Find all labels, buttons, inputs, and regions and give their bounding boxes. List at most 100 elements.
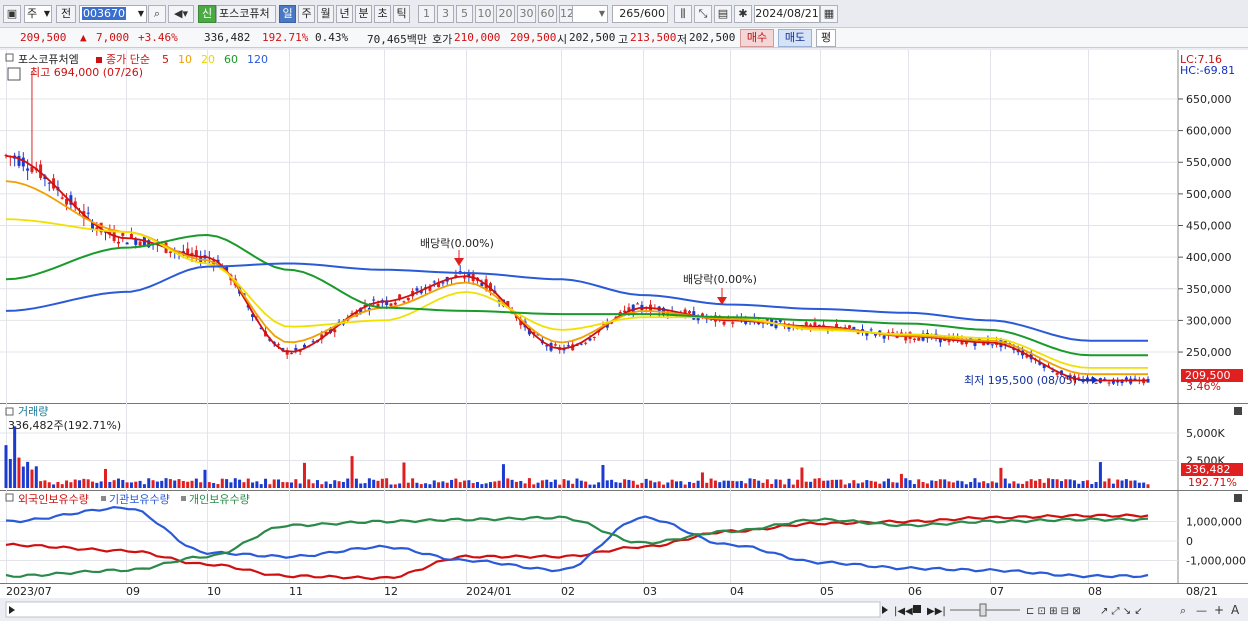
price-tick-5: 400,000 (1186, 251, 1232, 264)
date-field[interactable]: 2024/08/21 (754, 5, 820, 23)
drawing-tool-icons[interactable]: ↗ ⤢ ↘ ↙ (1100, 606, 1143, 617)
volume-bar (765, 479, 769, 488)
eval-button[interactable]: 평 (816, 29, 836, 47)
x-label-2: 10 (207, 585, 221, 598)
volume-bar (1111, 483, 1115, 488)
interval-tab-5[interactable]: 5 (456, 5, 473, 23)
holding-pane[interactable] (0, 491, 1178, 583)
volume-bar (1029, 479, 1033, 488)
volume-bar (856, 483, 860, 488)
volume-bar (545, 479, 549, 488)
zoom-icon[interactable]: ⌕ (1180, 604, 1186, 617)
volume-bar (878, 483, 882, 488)
volume-bar (882, 481, 886, 488)
count-field[interactable]: 265/600 (612, 5, 668, 23)
volume-bar (264, 478, 268, 488)
gear-icon[interactable]: ✱ (734, 5, 752, 23)
change-percent: +3.46% (138, 31, 178, 44)
zoom-slider-thumb[interactable] (979, 603, 987, 617)
rewind-icon[interactable]: |◀◀ (894, 606, 913, 617)
chart-svg[interactable]: 650,000 600,000 550,000 500,000 450,000 400,0… (0, 50, 1248, 621)
volume-bar (787, 478, 791, 488)
volume-bar (333, 480, 337, 488)
chart-type-icon[interactable]: ▣ (3, 5, 21, 23)
candle-body (1051, 370, 1055, 372)
volume-bar (662, 484, 666, 488)
chart-area[interactable]: 650,000 600,000 550,000 500,000 450,000 400,0… (0, 50, 1248, 621)
candle-body (990, 344, 994, 346)
x-label-4: 12 (384, 585, 398, 598)
x-label-1: 09 (126, 585, 140, 598)
market-select[interactable]: 주 ▼ (24, 5, 52, 23)
volume-bar (21, 466, 25, 488)
volume-bar (497, 480, 501, 488)
interval-tab-20[interactable]: 20 (496, 5, 515, 23)
candle-body (882, 335, 886, 339)
x-label-12: 08 (1088, 585, 1102, 598)
volume-bar (255, 481, 259, 488)
volume-bar (393, 484, 397, 488)
interval-tab-10[interactable]: 10 (475, 5, 494, 23)
sell-button[interactable]: 매도 (778, 29, 812, 47)
save-icon[interactable]: ▤ (714, 5, 732, 23)
pane-close-icon[interactable] (1234, 407, 1242, 415)
volume-bar (571, 483, 575, 488)
layout-icons[interactable]: ⊏ ⊡ ⊞ ⊟ ⊠ (1026, 606, 1081, 617)
interval-tab-30[interactable]: 30 (517, 5, 536, 23)
volume-bar (116, 478, 120, 488)
horizontal-scrollbar[interactable] (5, 601, 881, 618)
volume-bar (817, 478, 821, 488)
calendar-icon[interactable] (7, 67, 21, 81)
calendar-icon[interactable]: ▦ (820, 5, 838, 23)
period-tab-4[interactable]: 분 (355, 5, 372, 23)
interval-tab-60[interactable]: 60 (538, 5, 557, 23)
volume-bar (644, 478, 648, 488)
period-tab-1[interactable]: 주 (298, 5, 315, 23)
volume-bar (350, 456, 354, 488)
interval-tab-1[interactable]: 1 (418, 5, 435, 23)
candle-body (463, 277, 467, 279)
stock-name-field: 포스코퓨처 (216, 5, 276, 23)
zoom-out-icon[interactable]: — (1196, 604, 1207, 617)
interval-tab-3[interactable]: 3 (437, 5, 454, 23)
volume-bar (973, 478, 977, 488)
stock-code-input[interactable]: 003670 ▼ (79, 5, 147, 23)
volume-bar (60, 484, 64, 488)
volume-bar (129, 482, 133, 488)
font-size-icon[interactable]: A (1231, 603, 1240, 617)
candle-body (636, 303, 640, 305)
volume-bar (277, 479, 281, 488)
volume-bar (679, 481, 683, 488)
period-tab-0[interactable]: 일 (279, 5, 296, 23)
volume-bar (553, 479, 557, 488)
legend-separator-icon (101, 496, 106, 501)
holding-tick-1: 0 (1186, 535, 1193, 548)
period-tab-6[interactable]: 틱 (393, 5, 410, 23)
high-marker: 최고 694,000 (07/26) (30, 66, 143, 79)
volume-bar (354, 478, 358, 488)
candle-icon[interactable]: ⫼ (674, 5, 692, 23)
volume-bar (908, 480, 912, 488)
interval-dropdown[interactable]: ▼ (572, 5, 608, 23)
search-icon[interactable]: ⌕ (148, 5, 166, 23)
toolbar: ▣ 주 ▼ 전 003670 ▼ ⌕ ◀▾ 신 포스코퓨처 일주월년분초틱 1351… (0, 0, 1248, 28)
volume-bar (43, 480, 47, 488)
stop-icon[interactable] (913, 605, 921, 613)
volume-bar (307, 479, 311, 488)
speaker-icon[interactable]: ◀▾ (168, 5, 194, 23)
all-period-button[interactable]: 전 (56, 5, 76, 23)
volume-bar (501, 464, 505, 488)
zoom-in-icon[interactable]: + (1214, 603, 1224, 617)
period-tab-3[interactable]: 년 (336, 5, 353, 23)
price-tick-0: 650,000 (1186, 93, 1232, 106)
pane-close-icon[interactable] (1234, 494, 1242, 502)
period-tab-2[interactable]: 월 (317, 5, 334, 23)
buy-button[interactable]: 매수 (740, 29, 774, 47)
draw-tool-icon[interactable]: ⤡ (694, 5, 712, 23)
candle-body (891, 332, 895, 334)
play-icon[interactable]: ▶▶| (927, 606, 946, 617)
volume-bar (91, 481, 95, 488)
period-tab-5[interactable]: 초 (374, 5, 391, 23)
volume-bar (134, 481, 138, 488)
volume-bar (458, 482, 462, 488)
